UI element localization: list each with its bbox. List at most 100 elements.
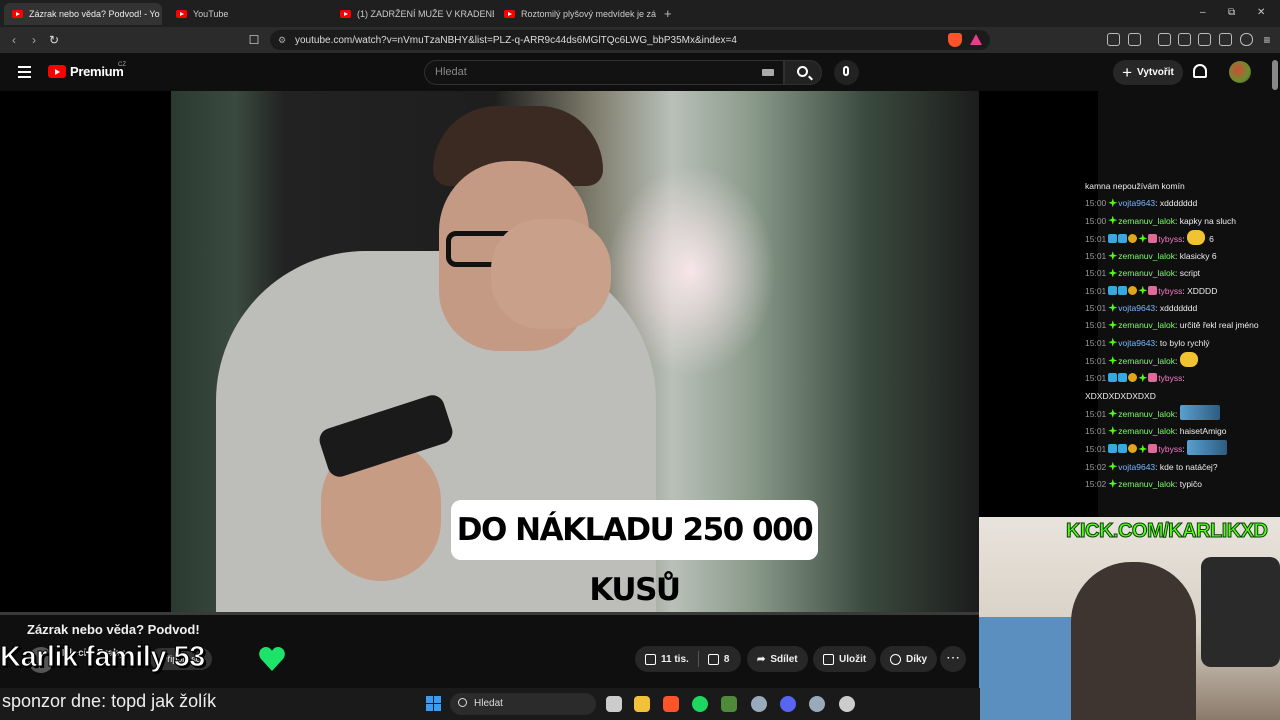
search-input[interactable]: Hledat (424, 60, 784, 85)
chat-message: 15:01 vojta9643: xddddddd (1085, 300, 1280, 317)
thanks-label: Díky (906, 653, 928, 665)
video-caption: DO NÁKLADU 250 000 KUSŮ (451, 500, 818, 608)
thumbs-up-icon (645, 653, 656, 665)
chat-timestamp: 15:01 (1085, 373, 1107, 384)
tab-active[interactable]: Zázrak nebo věda? Podvod! - Yo ✕ (4, 3, 162, 25)
chat-username[interactable]: zemanuv_lalok (1118, 268, 1175, 278)
tab-medvidek[interactable]: Roztomilý plyšový medvídek je zárov (496, 3, 656, 25)
chat-badge-icon (1138, 373, 1148, 383)
logo-text: Premium (70, 64, 124, 79)
media-icon[interactable] (1158, 33, 1171, 46)
chat-username[interactable]: zemanuv_lalok (1118, 409, 1175, 419)
extensions-icon[interactable] (1107, 33, 1120, 46)
bookmark-icon[interactable]: ☐ (246, 32, 262, 48)
chat-username[interactable]: tybyss (1158, 286, 1182, 296)
chat-username[interactable]: vojta9643 (1118, 303, 1155, 313)
new-tab-button[interactable]: + (664, 6, 672, 21)
menu-icon[interactable]: ≡ (1259, 32, 1275, 48)
like-dislike-group: 11 tis. 8 (635, 646, 741, 672)
back-icon[interactable]: ‹ (6, 32, 22, 48)
obs-icon[interactable] (839, 696, 855, 712)
search-icon (797, 66, 808, 77)
thumbs-down-icon (707, 653, 719, 665)
spotify-icon[interactable] (692, 696, 708, 712)
chat-badge-icon (1108, 373, 1118, 383)
brave-shield-icon[interactable] (948, 33, 962, 47)
chat-badge-icon (1118, 285, 1128, 295)
like-button[interactable]: 11 tis. (645, 653, 689, 665)
screenshot-icon[interactable] (1128, 33, 1141, 46)
youtube-premium-logo[interactable]: Premium (48, 64, 124, 79)
chat-badge-icon (1138, 233, 1148, 243)
wallet-icon[interactable] (1198, 33, 1211, 46)
chat-badge-icon (1128, 444, 1138, 454)
chat-username[interactable]: zemanuv_lalok (1118, 320, 1175, 330)
chat-username[interactable]: tybyss (1158, 444, 1182, 454)
windows-start-icon[interactable] (426, 696, 441, 711)
chat-badge-icon (1108, 355, 1118, 365)
search-button[interactable] (784, 60, 822, 85)
url-field[interactable]: youtube.com/watch?v=nVmuTzaNBHY&list=PLZ… (270, 30, 990, 50)
share-button[interactable]: ➦ Sdílet (747, 646, 808, 672)
vpn-icon[interactable] (1240, 33, 1253, 46)
site-info-icon[interactable]: ⚙ (274, 32, 290, 48)
minimize-button[interactable]: – (1200, 7, 1206, 18)
chat-timestamp: 15:01 (1085, 251, 1107, 262)
chat-username[interactable]: zemanuv_lalok (1118, 356, 1175, 366)
leo-icon[interactable] (1219, 33, 1232, 46)
task-view-icon[interactable] (606, 696, 622, 712)
chat-username[interactable]: zemanuv_lalok (1118, 216, 1175, 226)
chat-message: XDXDXDXDXDXD (1085, 388, 1280, 405)
chat-text: 6 (1209, 233, 1214, 244)
notifications-bell-icon[interactable] (1193, 64, 1207, 78)
app-icon-2[interactable] (809, 696, 825, 712)
heart-icon (259, 647, 285, 671)
account-avatar[interactable] (1229, 61, 1251, 83)
chat-username[interactable]: tybyss (1158, 373, 1182, 383)
sidebar-icon[interactable] (1178, 33, 1191, 46)
webcam-gaming-chair (1201, 557, 1280, 667)
thanks-button[interactable]: Díky (880, 646, 938, 672)
chat-username[interactable]: vojta9643 (1118, 198, 1155, 208)
chat-username[interactable]: zemanuv_lalok (1118, 251, 1175, 261)
tab-zadrzeni[interactable]: (1) ZADRŽENÍ MUŽE V KRADENÉM A (332, 3, 494, 25)
tab-youtube[interactable]: YouTube (168, 3, 328, 25)
chat-text: XDXDXDXDXDXD (1085, 390, 1156, 401)
chat-message: 15:01 zemanuv_lalok: určitě řekl real jmé… (1085, 317, 1280, 334)
youtube-favicon-icon (12, 10, 23, 18)
chat-username[interactable]: zemanuv_lalok (1118, 426, 1175, 436)
forward-icon[interactable]: › (26, 32, 42, 48)
taskbar-search[interactable]: Hledat (450, 693, 596, 715)
video-progress-bar[interactable] (0, 612, 979, 615)
webcam-bed (979, 617, 1074, 720)
chat-username[interactable]: vojta9643 (1118, 462, 1155, 472)
chat-timestamp: 15:01 (1085, 320, 1107, 331)
maximize-button[interactable]: ⧉ (1228, 7, 1235, 18)
chat-emote-icon (1187, 440, 1228, 456)
youtube-favicon-icon (340, 10, 351, 18)
chat-message: 15:01 zemanuv_lalok: (1085, 404, 1280, 423)
share-label: Sdílet (770, 653, 798, 665)
hamburger-menu-icon[interactable] (18, 66, 31, 81)
reload-icon[interactable]: ↻ (46, 32, 62, 48)
more-actions-button[interactable]: ⋯ (940, 646, 966, 672)
save-button[interactable]: Uložit (813, 646, 877, 672)
create-button[interactable]: + Vytvořit (1113, 60, 1183, 85)
file-explorer-icon[interactable] (634, 696, 650, 712)
minecraft-icon[interactable] (721, 696, 737, 712)
chat-message: 15:01 tybyss: XDDDD (1085, 283, 1280, 300)
chat-emote-icon (1179, 351, 1198, 367)
chat-username[interactable]: vojta9643 (1118, 338, 1155, 348)
country-code: CZ (118, 62, 126, 68)
brave-browser-icon[interactable] (663, 696, 679, 712)
dislike-button[interactable]: 8 (707, 653, 729, 665)
app-icon[interactable] (751, 696, 767, 712)
voice-search-button[interactable] (834, 60, 859, 85)
chat-username[interactable]: tybyss (1158, 234, 1182, 244)
discord-icon[interactable] (780, 696, 796, 712)
chat-username[interactable]: zemanuv_lalok (1118, 479, 1175, 489)
page-scrollbar[interactable] (1272, 60, 1278, 90)
keyboard-icon[interactable] (762, 69, 774, 76)
close-window-button[interactable]: ✕ (1257, 7, 1265, 18)
brave-rewards-icon[interactable] (970, 34, 982, 45)
